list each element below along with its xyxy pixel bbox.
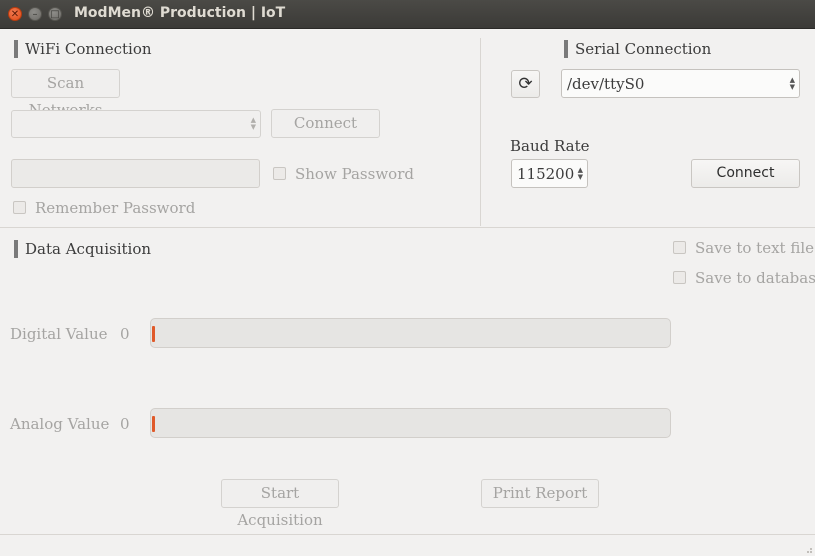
network-select[interactable]: ▲ ▼ xyxy=(11,110,261,138)
section-divider-horizontal xyxy=(0,227,815,228)
save-database-label: Save to database xyxy=(695,269,815,287)
baud-rate-label: Baud Rate xyxy=(510,137,590,155)
refresh-ports-button[interactable]: ⟳ xyxy=(511,70,540,98)
window-title: ModMen® Production | IoT xyxy=(74,5,286,21)
start-acquisition-button[interactable]: Start Acquisition xyxy=(221,479,339,529)
remember-password-box[interactable] xyxy=(13,201,26,214)
chevron-updown-icon: ▲ ▼ xyxy=(789,75,795,91)
wifi-connect-button[interactable]: Connect xyxy=(271,109,380,138)
serial-port-select[interactable]: /dev/ttyS0 ▲ ▼ xyxy=(561,69,800,98)
analog-value-label: Analog Value xyxy=(10,415,110,433)
save-database-box[interactable] xyxy=(673,271,686,284)
digital-value-progress xyxy=(150,318,671,348)
chevron-updown-icon: ▲ ▼ xyxy=(577,165,583,181)
maximize-icon[interactable]: □ xyxy=(48,7,62,21)
analog-value-number: 0 xyxy=(120,415,130,433)
analog-progress-fill xyxy=(152,416,155,432)
save-text-label: Save to text file xyxy=(695,239,815,257)
digital-progress-fill xyxy=(152,326,155,342)
password-field[interactable] xyxy=(11,159,260,188)
close-icon[interactable]: ✕ xyxy=(8,7,22,21)
show-password-box[interactable] xyxy=(273,167,286,180)
wifi-section-title: WiFi Connection xyxy=(14,40,152,58)
baud-rate-value: 115200 xyxy=(517,165,575,183)
remember-password-label: Remember Password xyxy=(35,199,196,217)
serial-section-title: Serial Connection xyxy=(563,40,712,58)
acquisition-section-title: Data Acquisition xyxy=(13,240,152,258)
show-password-label: Show Password xyxy=(295,165,414,183)
chevron-updown-icon: ▲ ▼ xyxy=(250,116,256,131)
scan-networks-button[interactable]: Scan Networks xyxy=(11,69,120,119)
minimize-icon[interactable]: – xyxy=(28,7,42,21)
print-report-button[interactable]: Print Report xyxy=(481,479,599,508)
serial-connect-button[interactable]: Connect xyxy=(691,159,800,188)
serial-port-value: /dev/ttyS0 xyxy=(567,75,645,93)
status-bar-divider xyxy=(0,534,815,535)
digital-value-number: 0 xyxy=(120,325,130,343)
refresh-icon: ⟳ xyxy=(518,74,533,94)
digital-value-label: Digital Value xyxy=(10,325,108,343)
analog-value-progress xyxy=(150,408,671,438)
section-divider-vertical xyxy=(480,38,481,226)
resize-grip-icon[interactable] xyxy=(804,545,812,553)
window-titlebar[interactable]: ✕ – □ ModMen® Production | IoT xyxy=(0,0,815,29)
save-text-box[interactable] xyxy=(673,241,686,254)
baud-rate-select[interactable]: 115200 ▲ ▼ xyxy=(511,159,588,188)
